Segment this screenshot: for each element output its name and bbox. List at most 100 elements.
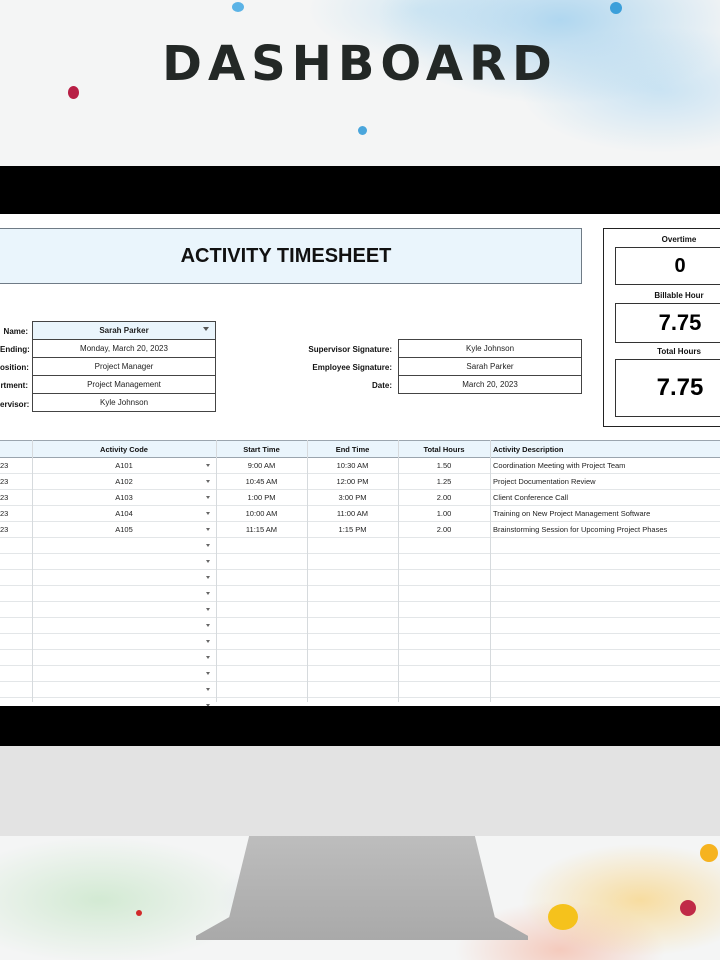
cell-total-hours[interactable] — [398, 698, 490, 706]
table-row[interactable] — [0, 554, 720, 570]
cell-start-time[interactable] — [216, 538, 307, 553]
employee-name-dropdown[interactable]: Sarah Parker — [32, 321, 216, 340]
week-ending-field[interactable]: Monday, March 20, 2023 — [32, 339, 216, 358]
chevron-down-icon[interactable] — [206, 480, 210, 483]
cell-activity-description[interactable] — [490, 666, 720, 681]
cell-end-time[interactable] — [307, 570, 398, 585]
cell-end-time[interactable] — [307, 618, 398, 633]
cell-date[interactable] — [0, 586, 32, 601]
cell-activity-description[interactable]: Training on New Project Management Softw… — [490, 506, 720, 521]
cell-date[interactable]: 23 — [0, 506, 32, 521]
table-row[interactable] — [0, 698, 720, 706]
cell-activity-code[interactable] — [32, 698, 216, 706]
cell-total-hours[interactable] — [398, 618, 490, 633]
table-row[interactable] — [0, 586, 720, 602]
cell-total-hours[interactable] — [398, 602, 490, 617]
table-row[interactable]: 23 A102 10:45 AM 12:00 PM 1.25 Project Docume… — [0, 474, 720, 490]
chevron-down-icon[interactable] — [206, 688, 210, 691]
cell-start-time[interactable] — [216, 666, 307, 681]
cell-start-time[interactable] — [216, 634, 307, 649]
cell-end-time[interactable] — [307, 682, 398, 697]
cell-start-time[interactable]: 10:00 AM — [216, 506, 307, 521]
cell-activity-code[interactable] — [32, 586, 216, 601]
cell-activity-description[interactable] — [490, 554, 720, 569]
cell-total-hours[interactable] — [398, 554, 490, 569]
cell-date[interactable]: 23 — [0, 522, 32, 537]
cell-date[interactable] — [0, 602, 32, 617]
cell-end-time[interactable]: 3:00 PM — [307, 490, 398, 505]
table-row[interactable] — [0, 618, 720, 634]
chevron-down-icon[interactable] — [206, 672, 210, 675]
cell-total-hours[interactable] — [398, 650, 490, 665]
cell-activity-description[interactable] — [490, 650, 720, 665]
chevron-down-icon[interactable] — [206, 640, 210, 643]
chevron-down-icon[interactable] — [206, 544, 210, 547]
cell-total-hours[interactable]: 1.25 — [398, 474, 490, 489]
cell-activity-description[interactable] — [490, 618, 720, 633]
cell-total-hours[interactable] — [398, 682, 490, 697]
cell-activity-description[interactable] — [490, 682, 720, 697]
cell-end-time[interactable] — [307, 554, 398, 569]
cell-date[interactable] — [0, 618, 32, 633]
cell-date[interactable] — [0, 634, 32, 649]
table-row[interactable] — [0, 682, 720, 698]
chevron-down-icon[interactable] — [206, 496, 210, 499]
cell-date[interactable] — [0, 682, 32, 697]
cell-activity-description[interactable] — [490, 634, 720, 649]
cell-start-time[interactable] — [216, 682, 307, 697]
cell-activity-code[interactable]: A104 — [32, 506, 216, 521]
cell-end-time[interactable] — [307, 666, 398, 681]
cell-start-time[interactable]: 1:00 PM — [216, 490, 307, 505]
cell-activity-description[interactable]: Coordination Meeting with Project Team — [490, 458, 720, 473]
cell-activity-code[interactable] — [32, 538, 216, 553]
table-row[interactable] — [0, 602, 720, 618]
table-row[interactable] — [0, 650, 720, 666]
cell-total-hours[interactable] — [398, 634, 490, 649]
supervisor-signature-field[interactable]: Kyle Johnson — [398, 339, 582, 358]
chevron-down-icon[interactable] — [206, 624, 210, 627]
cell-date[interactable]: 23 — [0, 474, 32, 489]
employee-signature-field[interactable]: Sarah Parker — [398, 357, 582, 376]
cell-activity-description[interactable] — [490, 586, 720, 601]
cell-date[interactable]: 23 — [0, 458, 32, 473]
cell-end-time[interactable]: 10:30 AM — [307, 458, 398, 473]
cell-end-time[interactable] — [307, 602, 398, 617]
table-row[interactable] — [0, 538, 720, 554]
cell-total-hours[interactable]: 1.00 — [398, 506, 490, 521]
cell-date[interactable]: 23 — [0, 490, 32, 505]
cell-start-time[interactable] — [216, 570, 307, 585]
cell-activity-description[interactable]: Project Documentation Review — [490, 474, 720, 489]
cell-total-hours[interactable]: 1.50 — [398, 458, 490, 473]
chevron-down-icon[interactable] — [206, 592, 210, 595]
supervisor-field[interactable]: Kyle Johnson — [32, 393, 216, 412]
chevron-down-icon[interactable] — [206, 464, 210, 467]
cell-activity-code[interactable]: A102 — [32, 474, 216, 489]
cell-total-hours[interactable] — [398, 586, 490, 601]
cell-total-hours[interactable]: 2.00 — [398, 490, 490, 505]
cell-end-time[interactable] — [307, 634, 398, 649]
cell-start-time[interactable] — [216, 586, 307, 601]
chevron-down-icon[interactable] — [206, 656, 210, 659]
cell-date[interactable] — [0, 570, 32, 585]
cell-total-hours[interactable] — [398, 666, 490, 681]
cell-date[interactable] — [0, 650, 32, 665]
cell-start-time[interactable] — [216, 554, 307, 569]
cell-activity-code[interactable]: A101 — [32, 458, 216, 473]
table-row[interactable] — [0, 570, 720, 586]
cell-date[interactable] — [0, 666, 32, 681]
cell-total-hours[interactable] — [398, 570, 490, 585]
cell-start-time[interactable]: 10:45 AM — [216, 474, 307, 489]
cell-start-time[interactable] — [216, 602, 307, 617]
cell-date[interactable] — [0, 698, 32, 706]
cell-date[interactable] — [0, 538, 32, 553]
cell-start-time[interactable]: 9:00 AM — [216, 458, 307, 473]
table-row[interactable]: 23 A105 11:15 AM 1:15 PM 2.00 Brainstorming S… — [0, 522, 720, 538]
cell-end-time[interactable] — [307, 586, 398, 601]
cell-activity-code[interactable] — [32, 634, 216, 649]
table-row[interactable]: 23 A103 1:00 PM 3:00 PM 2.00 Client Conferenc… — [0, 490, 720, 506]
cell-activity-description[interactable] — [490, 602, 720, 617]
cell-activity-description[interactable] — [490, 698, 720, 706]
table-row[interactable] — [0, 666, 720, 682]
cell-end-time[interactable]: 11:00 AM — [307, 506, 398, 521]
cell-activity-code[interactable]: A103 — [32, 490, 216, 505]
